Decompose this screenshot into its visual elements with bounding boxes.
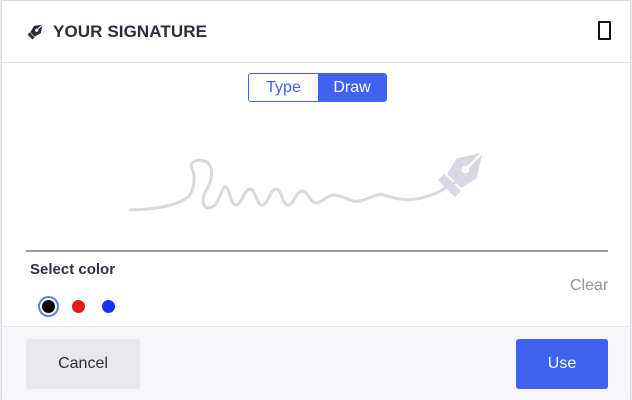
color-swatch-red[interactable] — [72, 300, 85, 313]
clear-button[interactable]: Clear — [570, 277, 608, 295]
color-swatch-blue[interactable] — [102, 300, 115, 313]
pen-nib-icon — [27, 24, 43, 40]
tab-draw[interactable]: Draw — [318, 74, 386, 101]
color-swatch-black[interactable] — [42, 300, 55, 313]
signature-placeholder-graphic — [128, 152, 483, 212]
dialog-title: YOUR SIGNATURE — [53, 22, 208, 41]
signature-dialog: YOUR SIGNATURE Type Draw Select color Cl… — [1, 0, 631, 400]
tab-type[interactable]: Type — [249, 74, 318, 101]
dialog-header: YOUR SIGNATURE — [2, 1, 630, 63]
dialog-footer: Cancel Use — [2, 326, 630, 400]
cancel-button[interactable]: Cancel — [26, 339, 140, 389]
use-button[interactable]: Use — [516, 339, 608, 389]
select-color-label: Select color — [30, 261, 116, 278]
signature-mode-tabs: Type Draw — [248, 73, 387, 102]
signature-baseline — [26, 250, 608, 252]
signature-draw-canvas[interactable] — [120, 141, 510, 221]
close-icon[interactable] — [598, 21, 611, 40]
